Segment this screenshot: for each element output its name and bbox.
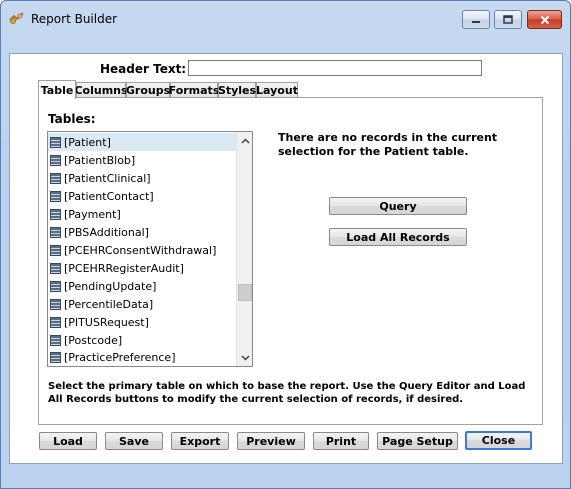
table-icon <box>50 351 61 363</box>
tables-scrollbar[interactable] <box>236 132 252 366</box>
table-name: [PatientClinical] <box>64 171 151 185</box>
title-bar[interactable]: Report Builder <box>1 1 570 37</box>
header-text-label: Header Text: <box>100 62 187 76</box>
table-icon <box>50 280 61 292</box>
tables-label: Tables: <box>48 112 96 126</box>
list-item[interactable]: [PendingUpdate] <box>48 277 236 295</box>
tab-groups[interactable]: Groups <box>126 82 170 98</box>
close-icon <box>540 15 549 24</box>
table-icon <box>50 208 61 220</box>
table-name: [PCEHRRegisterAudit] <box>64 261 184 275</box>
close-button[interactable]: Close <box>465 431 532 450</box>
chevron-down-icon <box>241 354 250 361</box>
list-item[interactable]: [PatientBlob] <box>48 151 236 169</box>
close-window-button[interactable] <box>527 10 562 29</box>
table-name: [PercentileData] <box>64 297 154 311</box>
export-button[interactable]: Export <box>171 432 229 450</box>
table-name: [PracticePreference] <box>64 350 176 364</box>
table-name: [Patient] <box>64 135 111 149</box>
list-item[interactable]: [PatientContact] <box>48 187 236 205</box>
table-name: [Payment] <box>64 207 121 221</box>
load-button[interactable]: Load <box>39 432 97 450</box>
table-name: [PendingUpdate] <box>64 279 157 293</box>
report-builder-icon <box>9 12 24 24</box>
load-all-records-button[interactable]: Load All Records <box>329 228 467 246</box>
save-button[interactable]: Save <box>105 432 163 450</box>
list-item[interactable]: [Patient] <box>48 133 236 151</box>
tab-table[interactable]: Table <box>38 80 76 99</box>
maximize-icon <box>503 15 513 24</box>
scroll-down-button[interactable] <box>237 349 252 366</box>
chevron-up-icon <box>241 137 250 144</box>
table-icon <box>50 190 61 202</box>
scroll-up-button[interactable] <box>237 132 252 149</box>
scroll-thumb[interactable] <box>238 284 252 301</box>
table-name: [PBSAdditional] <box>64 225 149 239</box>
list-item[interactable]: [PITUSRequest] <box>48 313 236 331</box>
maximize-button[interactable] <box>494 10 522 29</box>
minimize-button[interactable] <box>462 10 490 29</box>
tab-layout[interactable]: Layout <box>256 82 298 98</box>
list-item[interactable]: [Postcode] <box>48 331 236 349</box>
table-icon <box>50 334 61 346</box>
table-icon <box>50 298 61 310</box>
list-item[interactable]: [Payment] <box>48 205 236 223</box>
table-icon <box>50 244 61 256</box>
selection-info-message: There are no records in the current sele… <box>278 131 498 158</box>
table-name: [PITUSRequest] <box>64 315 149 329</box>
help-text: Select the primary table on which to bas… <box>48 381 526 405</box>
print-button[interactable]: Print <box>313 432 369 450</box>
tab-styles[interactable]: Styles <box>218 82 256 98</box>
table-name: [PCEHRConsentWithdrawal] <box>64 243 217 257</box>
header-text-input[interactable] <box>188 60 482 76</box>
minimize-icon <box>472 20 480 23</box>
list-item[interactable]: [PercentileData] <box>48 295 236 313</box>
table-icon <box>50 136 61 148</box>
page-setup-button[interactable]: Page Setup <box>377 432 458 450</box>
table-name: [Postcode] <box>64 333 123 347</box>
table-name: [PatientBlob] <box>64 153 136 167</box>
preview-button[interactable]: Preview <box>237 432 305 450</box>
table-name: [PatientContact] <box>64 189 154 203</box>
table-icon <box>50 226 61 238</box>
table-icon <box>50 172 61 184</box>
table-icon <box>50 262 61 274</box>
list-item[interactable]: [PCEHRConsentWithdrawal] <box>48 241 236 259</box>
tables-listbox[interactable]: [Patient] [PatientBlob] [PatientClinical… <box>47 131 253 367</box>
tab-formats[interactable]: Formats <box>169 82 219 98</box>
list-item[interactable]: [PCEHRRegisterAudit] <box>48 259 236 277</box>
list-item[interactable]: [PatientClinical] <box>48 169 236 187</box>
table-icon <box>50 316 61 328</box>
window-title: Report Builder <box>31 12 118 26</box>
tab-columns[interactable]: Columns <box>74 82 128 98</box>
list-item[interactable]: [PBSAdditional] <box>48 223 236 241</box>
table-icon <box>50 154 61 166</box>
list-item[interactable]: [PracticePreference] <box>48 348 236 366</box>
query-button[interactable]: Query <box>329 197 467 215</box>
